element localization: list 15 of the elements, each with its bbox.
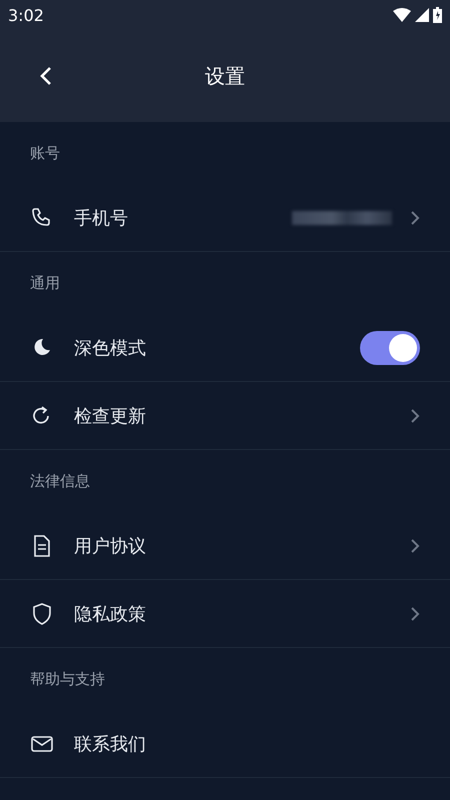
section-header: 帮助与支持 — [30, 670, 105, 688]
shield-icon — [30, 602, 54, 626]
section-header: 账号 — [30, 144, 60, 162]
section-header: 通用 — [30, 274, 60, 292]
wifi-icon — [393, 8, 411, 22]
section-header: 法律信息 — [30, 472, 90, 490]
chevron-icon — [410, 210, 420, 226]
status-time: 3:02 — [8, 6, 44, 24]
signal-icon — [415, 8, 429, 22]
chevron-icon — [410, 538, 420, 554]
chevron-icon — [410, 408, 420, 424]
chevron-icon — [410, 606, 420, 622]
page-title: 设置 — [205, 62, 245, 90]
toggle-switch[interactable] — [360, 330, 420, 364]
battery-icon — [433, 7, 442, 23]
